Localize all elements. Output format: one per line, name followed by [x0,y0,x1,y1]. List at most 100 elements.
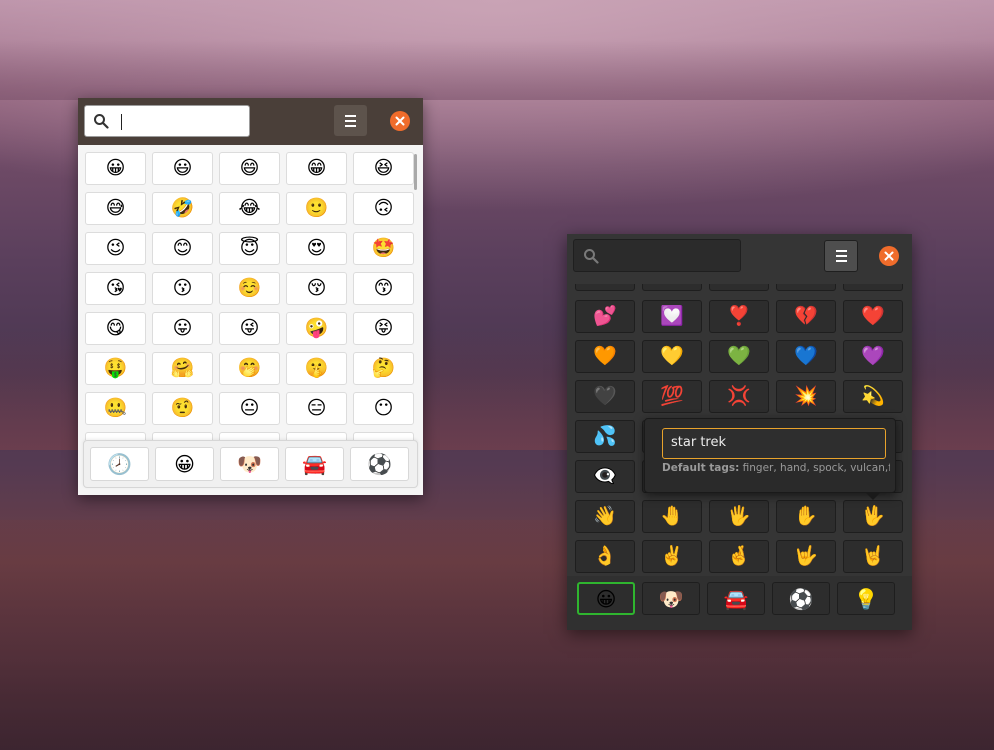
emoji-tile[interactable]: 🤗 [152,352,213,385]
dark-menu-button[interactable] [824,240,858,272]
text-cursor [121,114,122,130]
emoji-picker-light-window: 😀 😃 😄 😁 😆 😅 🤣 😂 🙂 🙃 😉 😊 😇 😍 🤩 😘 😗 ☺️ 😚 😙 😋 😛 😜 🤪 😝 🤑 🤗 🤭 🤫 🤔 🤐 🤨 😐 😑 😶 🕗 😀 🐶… [78,98,423,495]
emoji-tile[interactable]: ✋ [776,500,836,533]
category-tab[interactable]: 🐶 [220,447,279,481]
emoji-tile[interactable]: 💕 [575,300,635,333]
emoji-tile[interactable]: 🤨 [152,392,213,425]
category-tab[interactable]: 💡 [837,582,895,615]
emoji-tile[interactable]: 🤚 [642,500,702,533]
emoji-tile[interactable]: 😊 [152,232,213,265]
emoji-tile[interactable]: 😀 [85,152,146,185]
emoji-tile[interactable]: 😇 [219,232,280,265]
custom-tag-popover: star trek Default tags: finger, hand, sp… [644,418,896,500]
emoji-tile[interactable]: 🤫 [286,352,347,385]
emoji-tile[interactable]: 🖤 [575,380,635,413]
emoji-tile[interactable]: 😐 [219,392,280,425]
emoji-tile-partial[interactable] [152,432,213,440]
emoji-tile-partial[interactable] [286,432,347,440]
emoji-tile[interactable]: 😃 [152,152,213,185]
emoji-tile[interactable]: 🖐️ [709,500,769,533]
light-menu-button[interactable] [334,105,367,136]
emoji-tile[interactable]: 🙂 [286,192,347,225]
light-scrollbar[interactable] [414,154,417,190]
emoji-tile[interactable]: 👋 [575,500,635,533]
emoji-tile-partial[interactable] [642,284,702,291]
emoji-tile[interactable]: 😙 [353,272,414,305]
emoji-tile[interactable]: 🖖 [843,500,903,533]
emoji-tile-partial[interactable] [776,284,836,291]
emoji-tile-partial[interactable] [575,284,635,291]
category-tab[interactable]: ⚽ [772,582,830,615]
emoji-tile-partial[interactable] [85,432,146,440]
default-tags-label: Default tags: [662,462,740,474]
category-tab[interactable]: 🚘 [707,582,765,615]
emoji-tile[interactable]: 😛 [152,312,213,345]
emoji-tile[interactable]: 🧡 [575,340,635,373]
search-icon [94,114,109,129]
emoji-tile[interactable]: 😅 [85,192,146,225]
emoji-tile[interactable]: 🤭 [219,352,280,385]
emoji-tile[interactable]: 👁️‍🗨️ [575,460,635,493]
emoji-tile[interactable]: 👌 [575,540,635,573]
emoji-tile[interactable]: 😚 [286,272,347,305]
emoji-tile[interactable]: 🤐 [85,392,146,425]
emoji-tile[interactable]: 💯 [642,380,702,413]
dark-close-button[interactable] [879,246,899,266]
emoji-tile[interactable]: ❣️ [709,300,769,333]
light-header-bar [78,98,423,145]
category-tab[interactable]: 😀 [155,447,214,481]
emoji-tile-partial[interactable] [843,284,903,291]
emoji-tile[interactable]: 😋 [85,312,146,345]
emoji-tile[interactable]: 💙 [776,340,836,373]
emoji-tile[interactable]: ✌️ [642,540,702,573]
category-tab[interactable]: 🚘 [285,447,344,481]
emoji-tile[interactable]: 😁 [286,152,347,185]
emoji-tile[interactable]: 😍 [286,232,347,265]
emoji-tile[interactable]: 😝 [353,312,414,345]
emoji-tile[interactable]: 💟 [642,300,702,333]
category-tab[interactable]: 🕗 [90,447,149,481]
emoji-tile[interactable]: 😶 [353,392,414,425]
emoji-tile[interactable]: 🤪 [286,312,347,345]
emoji-tile[interactable]: 💥 [776,380,836,413]
emoji-tile[interactable]: 😑 [286,392,347,425]
emoji-tile[interactable]: 🤔 [353,352,414,385]
hamburger-menu-icon [345,114,356,127]
category-tab[interactable]: ⚽ [350,447,409,481]
emoji-tile[interactable]: 😜 [219,312,280,345]
popover-arrow [866,493,880,500]
emoji-tile[interactable]: 😉 [85,232,146,265]
emoji-tile[interactable]: 😗 [152,272,213,305]
emoji-tile[interactable]: 😆 [353,152,414,185]
emoji-tile[interactable]: 💚 [709,340,769,373]
emoji-tile[interactable]: 😂 [219,192,280,225]
category-tab-active[interactable]: 😀 [577,582,635,615]
emoji-tile[interactable]: 💫 [843,380,903,413]
custom-tag-input[interactable]: star trek [662,428,886,459]
emoji-tile[interactable]: 🤩 [353,232,414,265]
light-close-button[interactable] [390,111,410,131]
emoji-tile[interactable]: 💜 [843,340,903,373]
category-tab[interactable]: 🐶 [642,582,700,615]
emoji-tile[interactable]: 💛 [642,340,702,373]
emoji-tile[interactable]: 🤞 [709,540,769,573]
light-search-input[interactable] [84,105,250,137]
emoji-tile[interactable]: 🤟 [776,540,836,573]
emoji-tile[interactable]: 🙃 [353,192,414,225]
emoji-tile[interactable]: 💦 [575,420,635,453]
emoji-tile[interactable]: 🤘 [843,540,903,573]
emoji-tile-partial[interactable] [353,432,414,440]
emoji-tile[interactable]: 💔 [776,300,836,333]
dark-search-input[interactable] [573,239,741,272]
emoji-tile-partial[interactable] [709,284,769,291]
light-category-bar: 🕗 😀 🐶 🚘 ⚽ [83,440,418,488]
emoji-tile[interactable]: 🤑 [85,352,146,385]
emoji-tile-partial[interactable] [219,432,280,440]
emoji-tile[interactable]: ☺️ [219,272,280,305]
emoji-tile[interactable]: 🤣 [152,192,213,225]
emoji-tile[interactable]: 😘 [85,272,146,305]
emoji-tile[interactable]: ❤️ [843,300,903,333]
emoji-tile[interactable]: 😄 [219,152,280,185]
close-icon [884,251,894,261]
emoji-tile[interactable]: 💢 [709,380,769,413]
